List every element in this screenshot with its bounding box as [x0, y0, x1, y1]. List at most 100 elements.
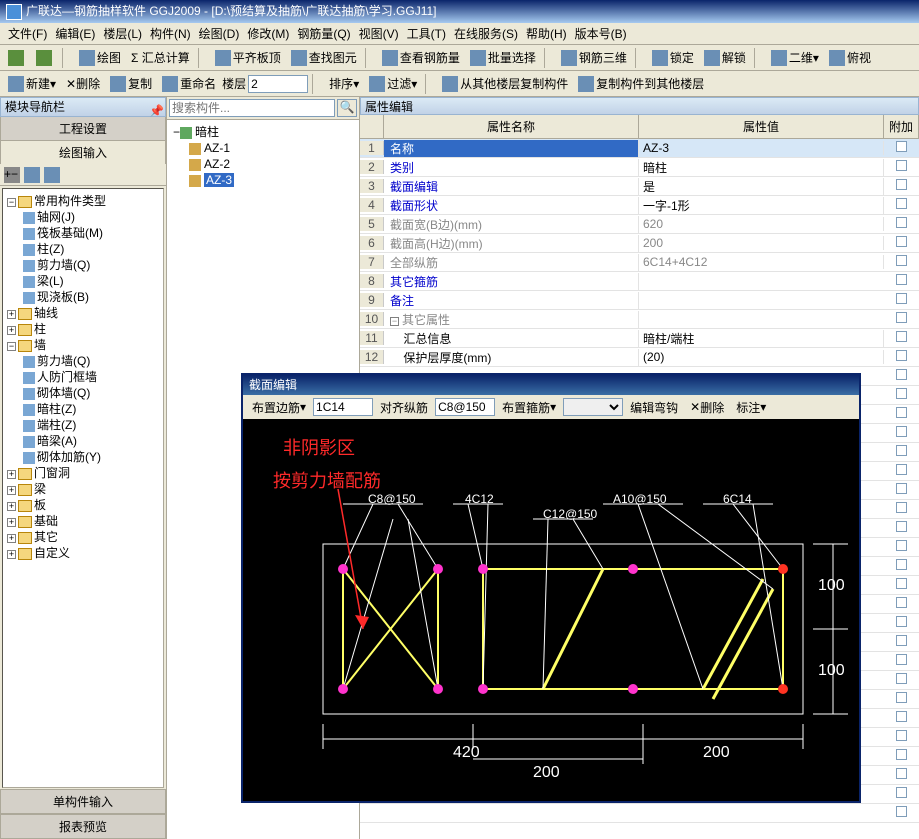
checkbox[interactable]: [896, 540, 907, 551]
checkbox[interactable]: [896, 597, 907, 608]
tree-group[interactable]: 门窗洞: [34, 466, 70, 480]
batch-button[interactable]: 批量选择: [466, 47, 540, 68]
tree-group[interactable]: 柱: [34, 322, 46, 336]
tree-icon[interactable]: [24, 167, 40, 183]
menu-edit[interactable]: 编辑(E): [51, 23, 99, 44]
menu-component[interactable]: 构件(N): [146, 23, 195, 44]
property-row[interactable]: 4截面形状一字-1形: [360, 196, 919, 215]
checkbox[interactable]: [896, 806, 907, 817]
pin-icon[interactable]: 📌: [149, 101, 161, 113]
tree-item[interactable]: 人防门框墙: [37, 370, 97, 384]
checkbox[interactable]: [896, 502, 907, 513]
property-row[interactable]: 11 汇总信息暗柱/端柱: [360, 329, 919, 348]
vert-rebar-button[interactable]: 对齐纵筋: [375, 396, 433, 419]
property-row[interactable]: 2类别暗柱: [360, 158, 919, 177]
tree-item[interactable]: 砌体加筋(Y): [37, 450, 101, 464]
copyto-button[interactable]: 复制构件到其他楼层: [574, 73, 708, 94]
draw-button[interactable]: 绘图: [75, 47, 125, 68]
menu-online[interactable]: 在线服务(S): [450, 23, 522, 44]
checkbox[interactable]: [896, 350, 907, 361]
tab-project-settings[interactable]: 工程设置: [0, 117, 166, 141]
tree-group[interactable]: 梁: [34, 482, 46, 496]
rebar3d-button[interactable]: 钢筋三维: [557, 47, 631, 68]
menu-floor[interactable]: 楼层(L): [99, 23, 146, 44]
tree-group[interactable]: 板: [34, 498, 46, 512]
checkbox[interactable]: [896, 426, 907, 437]
edge-rebar-input[interactable]: [313, 398, 373, 416]
checkbox[interactable]: [896, 635, 907, 646]
toggle-icon[interactable]: +: [7, 550, 16, 559]
checkbox[interactable]: [896, 388, 907, 399]
delete-button[interactable]: ✕ 删除: [62, 73, 104, 94]
checkbox[interactable]: [896, 160, 907, 171]
rename-button[interactable]: 重命名: [158, 73, 220, 94]
toggle-icon[interactable]: −: [7, 342, 16, 351]
sum-button[interactable]: Σ 汇总计算: [127, 47, 194, 68]
toggle-icon[interactable]: +: [7, 470, 16, 479]
unlock-button[interactable]: 解锁: [700, 47, 750, 68]
ctree-root[interactable]: 暗柱: [195, 125, 219, 139]
hoop-select[interactable]: [563, 398, 623, 416]
checkbox[interactable]: [896, 369, 907, 380]
new-button[interactable]: 新建▾: [4, 73, 60, 94]
checkbox[interactable]: [896, 331, 907, 342]
menu-file[interactable]: 文件(F): [4, 23, 51, 44]
menu-version[interactable]: 版本号(B): [571, 23, 631, 44]
checkbox[interactable]: [896, 730, 907, 741]
checkbox[interactable]: [896, 559, 907, 570]
copy-button[interactable]: 复制: [106, 73, 156, 94]
tree-group[interactable]: 自定义: [34, 546, 70, 560]
toggle-icon[interactable]: +: [7, 326, 16, 335]
property-row[interactable]: 6截面高(H边)(mm)200: [360, 234, 919, 253]
checkbox[interactable]: [896, 521, 907, 532]
tab-single-input[interactable]: 单构件输入: [0, 789, 166, 814]
tree-item[interactable]: 轴网(J): [37, 210, 75, 224]
toggle-icon[interactable]: +: [7, 534, 16, 543]
property-row[interactable]: 1名称AZ-3: [360, 139, 919, 158]
tree-group[interactable]: 基础: [34, 514, 58, 528]
tree-item[interactable]: 端柱(Z): [37, 418, 76, 432]
property-row[interactable]: 5截面宽(B边)(mm)620: [360, 215, 919, 234]
menu-draw[interactable]: 绘图(D): [195, 23, 244, 44]
checkbox[interactable]: [896, 198, 907, 209]
section-title[interactable]: 截面编辑: [243, 375, 859, 395]
checkbox[interactable]: [896, 768, 907, 779]
toggle-icon[interactable]: −: [7, 198, 16, 207]
vert-rebar-input[interactable]: [435, 398, 495, 416]
checkbox[interactable]: [896, 787, 907, 798]
checkbox[interactable]: [896, 141, 907, 152]
property-row[interactable]: 9备注: [360, 291, 919, 310]
tab-report-preview[interactable]: 报表预览: [0, 814, 166, 839]
hoop-button[interactable]: 布置箍筋▾: [497, 396, 561, 419]
ctree-item[interactable]: AZ-2: [204, 157, 230, 171]
toggle-icon[interactable]: +: [7, 310, 16, 319]
ctree-item-selected[interactable]: AZ-3: [204, 173, 234, 187]
tree-item[interactable]: 暗梁(A): [37, 434, 77, 448]
checkbox[interactable]: [896, 236, 907, 247]
menu-modify[interactable]: 修改(M): [243, 23, 293, 44]
tree-item[interactable]: 砌体墙(Q): [37, 386, 90, 400]
checkbox[interactable]: [896, 464, 907, 475]
toggle-icon[interactable]: +: [7, 502, 16, 511]
checkbox[interactable]: [896, 578, 907, 589]
del-button[interactable]: ✕删除: [685, 396, 729, 419]
checkbox[interactable]: [896, 711, 907, 722]
checkbox[interactable]: [896, 749, 907, 760]
menu-view[interactable]: 视图(V): [355, 23, 403, 44]
copyfrom-button[interactable]: 从其他楼层复制构件: [438, 73, 572, 94]
2d-button[interactable]: 二维▾: [767, 47, 823, 68]
toggle-icon[interactable]: +: [7, 486, 16, 495]
property-row[interactable]: 3截面编辑是: [360, 177, 919, 196]
checkbox[interactable]: [896, 407, 907, 418]
tree-item[interactable]: 现浇板(B): [37, 290, 89, 304]
checkbox[interactable]: [896, 274, 907, 285]
checkbox[interactable]: [896, 255, 907, 266]
filter-button[interactable]: 过滤▾: [365, 73, 421, 94]
menu-tool[interactable]: 工具(T): [403, 23, 450, 44]
property-row[interactable]: [360, 804, 919, 823]
component-tree[interactable]: −暗柱 AZ-1 AZ-2 AZ-3: [167, 120, 359, 192]
menu-help[interactable]: 帮助(H): [522, 23, 571, 44]
checkbox[interactable]: [896, 616, 907, 627]
property-row[interactable]: 7全部纵筋6C14+4C12: [360, 253, 919, 272]
nav-fwd[interactable]: [32, 48, 58, 68]
